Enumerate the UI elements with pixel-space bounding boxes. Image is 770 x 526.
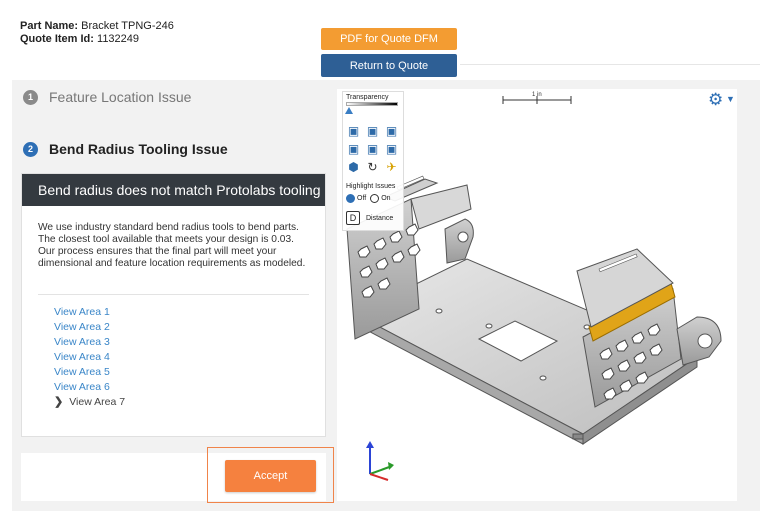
view-area-link-2[interactable]: View Area 2 — [54, 320, 125, 335]
accept-button[interactable]: Accept — [225, 460, 316, 492]
distance-label: Distance — [366, 214, 394, 222]
part-name-label: Part Name: — [20, 20, 79, 32]
highlight-issues-toggle: Off On — [346, 194, 395, 203]
view-area-link-1[interactable]: View Area 1 — [54, 305, 125, 320]
distance-tool[interactable]: D Distance — [346, 211, 393, 225]
header-divider — [460, 64, 760, 65]
card-divider — [38, 294, 309, 295]
view-area-link-3[interactable]: View Area 3 — [54, 335, 125, 350]
transparency-slider[interactable] — [346, 102, 398, 106]
return-to-quote-button[interactable]: Return to Quote — [321, 54, 457, 77]
quote-item-label: Quote Item Id: — [20, 33, 94, 45]
view-area-current[interactable]: ❯ View Area 7 — [54, 395, 125, 410]
issue-title: Bend Radius Tooling Issue — [49, 141, 228, 157]
transparency-slider-thumb[interactable] — [345, 107, 353, 114]
quote-item-value: 1132249 — [97, 33, 140, 45]
card-description: We use industry standard bend radius too… — [38, 222, 306, 269]
view-area-link-4[interactable]: View Area 4 — [54, 350, 125, 365]
cube-top-icon[interactable]: ▣ — [384, 124, 399, 139]
view-area-list: View Area 1 View Area 2 View Area 3 View… — [54, 305, 125, 410]
part-info: Part Name: Bracket TPNG-246 Quote Item I… — [20, 20, 174, 46]
cube-iso-left-icon[interactable]: ▣ — [346, 142, 361, 157]
view-buttons: ▣ ▣ ▣ ▣ ▣ ▣ ⬢ ↻ ✈ — [346, 124, 402, 175]
view-area-link-6[interactable]: View Area 6 — [54, 380, 125, 395]
highlight-issues-label: Highlight Issues — [346, 183, 396, 190]
part-name-value: Bracket TPNG-246 — [81, 20, 174, 32]
view-area-link-5[interactable]: View Area 5 — [54, 365, 125, 380]
chevron-down-icon[interactable]: ▼ — [726, 94, 735, 104]
issue-number-badge: 2 — [23, 141, 38, 157]
cube-side-icon[interactable]: ▣ — [365, 124, 380, 139]
chevron-right-icon: ❯ — [54, 396, 64, 408]
issue-number-badge: 1 — [23, 89, 38, 105]
viewer-toolbar: Transparency ▣ ▣ ▣ ▣ ▣ ▣ ⬢ ↻ ✈ Highlight… — [342, 91, 404, 231]
settings-gear-icon[interactable]: ⚙ — [708, 90, 723, 110]
scale-label: 1 in — [532, 92, 542, 98]
highlight-on-label: On — [381, 195, 391, 202]
cube-back-icon[interactable]: ▣ — [384, 142, 399, 157]
axis-triad-icon — [366, 441, 394, 481]
issue-item-feature-location[interactable]: 1 Feature Location Issue — [23, 89, 191, 105]
view-area-current-label: View Area 7 — [69, 396, 126, 408]
cube-front-icon[interactable]: ▣ — [346, 124, 361, 139]
issue-detail-card: Bend radius does not match Protolabs too… — [21, 173, 326, 437]
issue-item-bend-radius[interactable]: 2 Bend Radius Tooling Issue — [23, 141, 228, 157]
cube-shaded-icon[interactable]: ⬢ — [346, 160, 361, 175]
rotate-icon[interactable]: ↻ — [365, 160, 380, 175]
highlight-on-radio[interactable] — [370, 194, 380, 203]
transparency-label: Transparency — [346, 94, 389, 101]
rocket-icon[interactable]: ✈ — [384, 160, 399, 175]
pdf-for-quote-dfm-button[interactable]: PDF for Quote DFM — [321, 28, 457, 50]
cube-iso-right-icon[interactable]: ▣ — [365, 142, 380, 157]
dfm-page: Part Name: Bracket TPNG-246 Quote Item I… — [0, 0, 770, 526]
issue-title: Feature Location Issue — [49, 89, 192, 105]
highlight-off-radio[interactable] — [346, 194, 355, 203]
card-heading: Bend radius does not match Protolabs too… — [22, 174, 325, 206]
distance-key[interactable]: D — [346, 211, 360, 225]
scale-bar: 1 in — [502, 92, 572, 104]
highlight-off-label: Off — [357, 195, 367, 202]
